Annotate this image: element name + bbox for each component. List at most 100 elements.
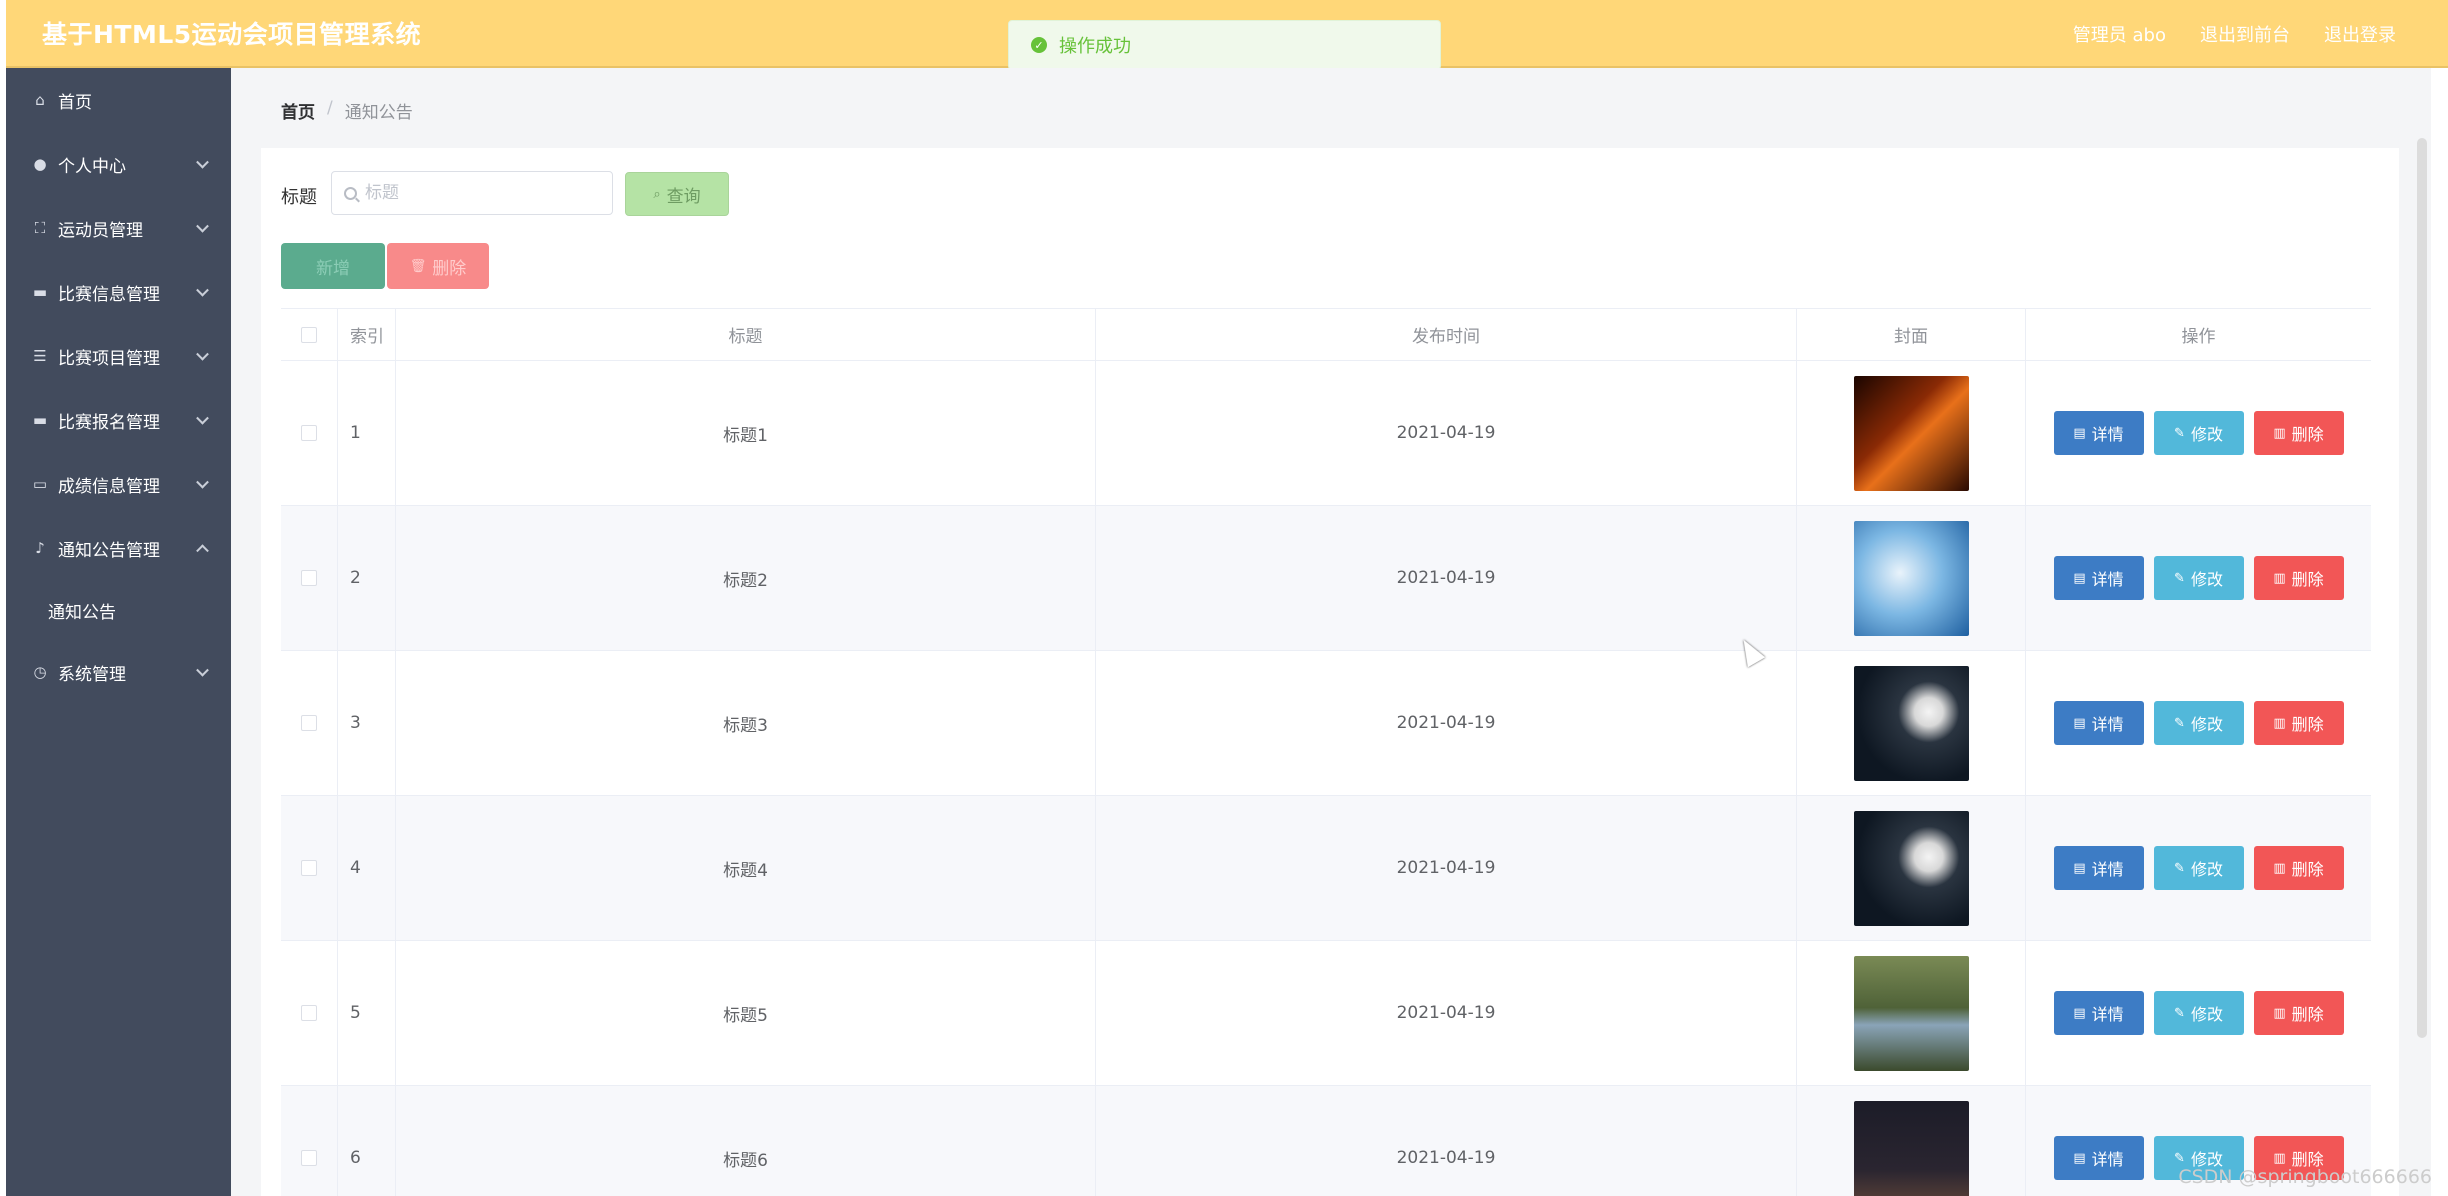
search-input[interactable] bbox=[365, 183, 585, 203]
detail-button[interactable]: ▤ 详情 bbox=[2053, 411, 2144, 455]
edit-button[interactable]: ✎ 修改 bbox=[2153, 701, 2244, 745]
detail-label: 详情 bbox=[2091, 425, 2124, 444]
sidebar-item-scores[interactable]: ▭ 成绩信息管理 bbox=[6, 452, 231, 516]
delete-button[interactable]: ▥ 删除 bbox=[2253, 556, 2344, 600]
trash-icon: ▥ bbox=[2273, 715, 2286, 731]
sidebar-item-system[interactable]: ◷ 系统管理 bbox=[6, 640, 231, 704]
cover-image bbox=[1853, 955, 1969, 1071]
sidebar-item-label: 系统管理 bbox=[58, 664, 126, 685]
edit-icon: ✎ bbox=[2174, 860, 2185, 876]
row-title: 标题6 bbox=[396, 1086, 1096, 1196]
scan-icon: ⛶ bbox=[34, 219, 46, 237]
document-icon: ▤ bbox=[2073, 860, 2086, 876]
chevron-down-icon bbox=[196, 283, 209, 297]
row-index: 3 bbox=[338, 651, 396, 795]
cover-image bbox=[1853, 520, 1969, 636]
notice-table: 索引 标题 发布时间 封面 操作 1 标题1 2021-04-19 ▤ 详情 ✎ 修… bbox=[281, 308, 2371, 1196]
column-header-actions: 操作 bbox=[2181, 327, 2216, 347]
header-actions: 管理员 abo 退出到前台 退出登录 bbox=[2073, 0, 2396, 68]
detail-button[interactable]: ▤ 详情 bbox=[2053, 701, 2144, 745]
delete-button[interactable]: ▥ 删除 bbox=[2253, 701, 2344, 745]
chevron-up-icon bbox=[196, 544, 209, 558]
table-row: 3 标题3 2021-04-19 ▤ 详情 ✎ 修改 ▥ 删除 bbox=[281, 651, 2371, 796]
app-title: 基于HTML5运动会项目管理系统 bbox=[42, 20, 422, 49]
row-date: 2021-04-19 bbox=[1096, 361, 1797, 505]
row-checkbox[interactable] bbox=[301, 715, 317, 731]
chevron-down-icon bbox=[196, 663, 209, 677]
edit-icon: ✎ bbox=[2174, 570, 2185, 586]
breadcrumb-current: 通知公告 bbox=[344, 103, 413, 123]
delete-label: 删除 bbox=[2291, 425, 2324, 444]
delete-button[interactable]: ▥ 删除 bbox=[2253, 991, 2344, 1035]
flag-icon: ▬ bbox=[32, 411, 48, 429]
edit-button[interactable]: ✎ 修改 bbox=[2153, 991, 2244, 1035]
sidebar-item-profile[interactable]: ● 个人中心 bbox=[6, 132, 231, 196]
sidebar-item-match-events[interactable]: ☰ 比赛项目管理 bbox=[6, 324, 231, 388]
row-title: 标题4 bbox=[396, 796, 1096, 940]
document-icon: ▤ bbox=[2073, 715, 2086, 731]
user-icon: ● bbox=[33, 155, 47, 173]
cover-image bbox=[1853, 810, 1969, 926]
column-header-date: 发布时间 bbox=[1096, 309, 1797, 360]
main-content: 首页 / 通知公告 标题 ⌕ 查询 新增 🗑 删除 索引 标题 发布时间 封面 … bbox=[231, 68, 2431, 1196]
sliders-icon: ☰ bbox=[33, 347, 47, 365]
chevron-down-icon bbox=[196, 155, 209, 169]
sidebar-item-label: 比赛信息管理 bbox=[58, 284, 160, 305]
home-icon: ⌂ bbox=[35, 91, 45, 109]
breadcrumb: 首页 / 通知公告 bbox=[281, 98, 413, 123]
edit-button[interactable]: ✎ 修改 bbox=[2153, 411, 2244, 455]
detail-label: 详情 bbox=[2091, 1005, 2124, 1024]
breadcrumb-home[interactable]: 首页 bbox=[281, 98, 315, 123]
back-to-front-link[interactable]: 退出到前台 bbox=[2200, 21, 2290, 47]
select-all-checkbox[interactable] bbox=[301, 326, 317, 343]
sidebar-subitem-notice[interactable]: 通知公告 bbox=[6, 580, 231, 640]
query-button[interactable]: ⌕ 查询 bbox=[625, 172, 729, 216]
bulk-delete-button[interactable]: 🗑 删除 bbox=[387, 243, 489, 289]
sidebar-item-label: 比赛项目管理 bbox=[58, 348, 160, 369]
flag-icon: ▬ bbox=[32, 283, 48, 301]
detail-label: 详情 bbox=[2091, 570, 2124, 589]
chevron-down-icon bbox=[196, 219, 209, 233]
sidebar-item-home[interactable]: ⌂ 首页 bbox=[6, 68, 231, 132]
delete-label: 删除 bbox=[2291, 570, 2324, 589]
row-checkbox[interactable] bbox=[301, 570, 317, 586]
row-title: 标题2 bbox=[396, 506, 1096, 650]
cover-image bbox=[1853, 665, 1969, 781]
row-index: 4 bbox=[338, 796, 396, 940]
add-button[interactable]: 新增 bbox=[281, 243, 385, 289]
row-title: 标题5 bbox=[396, 941, 1096, 1085]
monitor-icon: ▭ bbox=[32, 475, 48, 493]
column-header-index: 索引 bbox=[338, 309, 396, 360]
row-checkbox[interactable] bbox=[301, 1150, 317, 1166]
mic-icon: ♪ bbox=[35, 539, 45, 557]
scrollbar[interactable] bbox=[2417, 138, 2427, 1038]
edit-label: 修改 bbox=[2190, 1005, 2223, 1024]
sidebar-item-label: 通知公告管理 bbox=[58, 540, 160, 561]
table-row: 6 标题6 2021-04-19 ▤ 详情 ✎ 修改 ▥ 删除 bbox=[281, 1086, 2371, 1196]
chevron-down-icon bbox=[196, 475, 209, 489]
row-checkbox[interactable] bbox=[301, 1005, 317, 1021]
sidebar-item-notice-mgmt[interactable]: ♪ 通知公告管理 bbox=[6, 516, 231, 580]
row-checkbox[interactable] bbox=[301, 860, 317, 876]
delete-button[interactable]: ▥ 删除 bbox=[2253, 411, 2344, 455]
breadcrumb-separator: / bbox=[327, 98, 333, 118]
detail-button[interactable]: ▤ 详情 bbox=[2053, 846, 2144, 890]
trash-icon: ▥ bbox=[2273, 860, 2286, 876]
logout-link[interactable]: 退出登录 bbox=[2324, 21, 2396, 47]
sidebar-item-registration[interactable]: ▬ 比赛报名管理 bbox=[6, 388, 231, 452]
delete-button[interactable]: ▥ 删除 bbox=[2253, 846, 2344, 890]
success-toast: ✓ 操作成功 bbox=[1008, 20, 1441, 70]
edit-icon: ✎ bbox=[2174, 1005, 2185, 1021]
sidebar-item-match-info[interactable]: ▬ 比赛信息管理 bbox=[6, 260, 231, 324]
edit-button[interactable]: ✎ 修改 bbox=[2153, 556, 2244, 600]
detail-button[interactable]: ▤ 详情 bbox=[2053, 1136, 2144, 1180]
row-checkbox[interactable] bbox=[301, 425, 317, 441]
detail-button[interactable]: ▤ 详情 bbox=[2053, 991, 2144, 1035]
detail-button[interactable]: ▤ 详情 bbox=[2053, 556, 2144, 600]
table-row: 2 标题2 2021-04-19 ▤ 详情 ✎ 修改 ▥ 删除 bbox=[281, 506, 2371, 651]
cover-image bbox=[1853, 375, 1969, 491]
edit-button[interactable]: ✎ 修改 bbox=[2153, 846, 2244, 890]
sidebar-item-athletes[interactable]: ⛶ 运动员管理 bbox=[6, 196, 231, 260]
search-field[interactable] bbox=[331, 171, 613, 215]
edit-label: 修改 bbox=[2190, 860, 2223, 879]
